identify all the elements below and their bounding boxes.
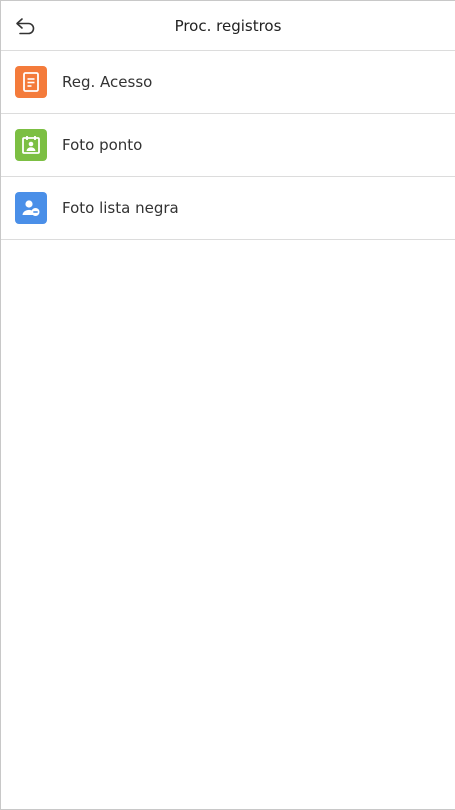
menu-item-access-records[interactable]: Reg. Acesso bbox=[1, 51, 455, 114]
id-photo-icon bbox=[15, 129, 47, 161]
user-remove-icon bbox=[15, 192, 47, 224]
screen: Proc. registros Reg. Acesso Foto ponto F… bbox=[0, 0, 455, 810]
menu-item-label: Reg. Acesso bbox=[62, 73, 153, 91]
page-title: Proc. registros bbox=[174, 17, 282, 35]
menu-item-label: Foto ponto bbox=[62, 136, 143, 154]
document-list-icon bbox=[15, 66, 47, 98]
records-menu: Reg. Acesso Foto ponto Foto lista negra bbox=[1, 51, 455, 240]
menu-item-label: Foto lista negra bbox=[62, 199, 179, 217]
top-bar: Proc. registros bbox=[1, 1, 455, 51]
menu-item-attendance-photo[interactable]: Foto ponto bbox=[1, 114, 455, 177]
menu-item-blacklist-photo[interactable]: Foto lista negra bbox=[1, 177, 455, 240]
